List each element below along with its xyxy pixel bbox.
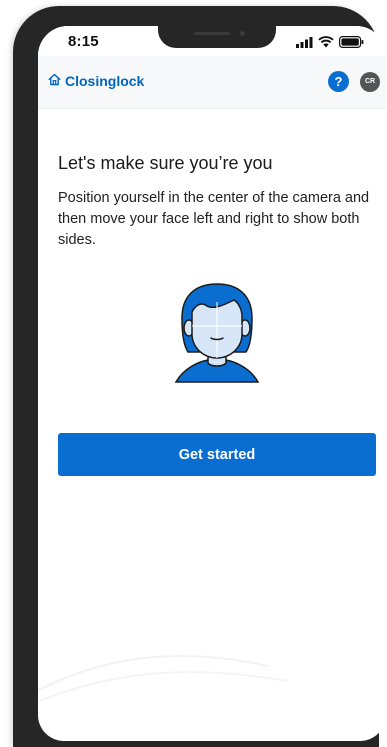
face-outline-illustration <box>174 282 260 391</box>
front-camera <box>240 31 245 36</box>
wifi-icon <box>318 35 334 53</box>
phone-frame: 8:15 Closinglock ? CR Let's make sure yo… <box>13 6 386 747</box>
cellular-signal-icon <box>296 35 313 53</box>
status-bar: 8:15 <box>38 26 386 56</box>
status-time: 8:15 <box>68 33 99 50</box>
page-title: Let's make sure you’re you <box>58 153 273 173</box>
background-swirl <box>38 655 289 703</box>
screen: 8:15 Closinglock ? CR Let's make sure yo… <box>38 26 386 741</box>
app-header: Closinglock ? CR <box>38 56 386 109</box>
brand-name: Closinglock <box>65 73 145 89</box>
brand-link[interactable]: Closinglock <box>48 73 144 89</box>
user-avatar[interactable]: CR <box>360 72 380 92</box>
battery-icon <box>339 35 364 53</box>
status-icons <box>296 35 364 53</box>
speaker-grille <box>194 32 230 35</box>
home-icon <box>48 73 61 89</box>
get-started-button[interactable]: Get started <box>58 433 376 476</box>
help-button[interactable]: ? <box>328 71 349 92</box>
instructions-text: Position yourself in the center of the c… <box>58 190 370 248</box>
notch <box>158 26 276 48</box>
